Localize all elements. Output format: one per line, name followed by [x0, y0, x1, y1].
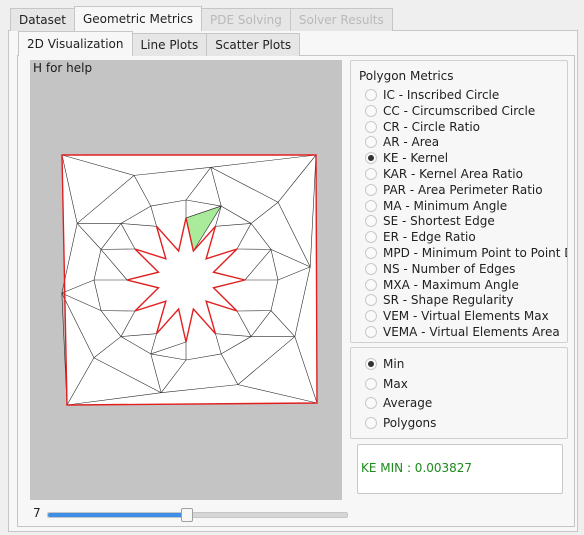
tab-line-plots[interactable]: Line Plots	[131, 33, 208, 56]
metric-option-label: MXA - Maximum Angle	[383, 277, 519, 292]
metric-option-label: IC - Inscribed Circle	[383, 88, 500, 102]
metric-option-label: NS - Number of Edges	[383, 261, 516, 276]
stat-option[interactable]: Min	[365, 356, 404, 372]
radio-button[interactable]	[365, 215, 377, 228]
mesh-canvas[interactable]: H for help	[30, 60, 342, 500]
metric-option-label: SR - Shape Regularity	[383, 293, 514, 308]
metric-option-label: PAR - Area Perimeter Ratio	[383, 182, 543, 197]
radio-button[interactable]	[365, 278, 377, 291]
metric-option[interactable]: CC - Circumscribed Circle	[365, 103, 535, 119]
metric-option[interactable]: CR - Circle Ratio	[365, 119, 480, 135]
radio-button[interactable]	[365, 294, 377, 307]
metric-option-label: MPD - Minimum Point to Point Distar	[383, 246, 567, 260]
metric-option[interactable]: KE - Kernel	[365, 150, 448, 166]
radio-button[interactable]	[365, 247, 377, 259]
radio-button[interactable]	[365, 310, 377, 323]
metric-option[interactable]: VEMA - Virtual Elements Area	[365, 324, 560, 340]
stat-option-label: Min	[383, 357, 405, 371]
radio-button[interactable]	[365, 262, 377, 275]
metric-option-label: ER - Edge Ratio	[383, 230, 476, 245]
metric-option[interactable]: MA - Minimum Angle	[365, 198, 507, 214]
polygon-metrics-title: Polygon Metrics	[359, 69, 454, 83]
radio-button[interactable]	[365, 358, 377, 370]
metric-option-label: CR - Circle Ratio	[383, 119, 480, 134]
radio-button[interactable]	[365, 377, 377, 390]
metric-option-label: KAR - Kernel Area Ratio	[383, 167, 523, 181]
slider-handle[interactable]	[180, 508, 193, 522]
radio-button[interactable]	[365, 136, 377, 149]
tab-solver-results: Solver Results	[289, 8, 393, 31]
metric-option-label: MA - Minimum Angle	[383, 198, 508, 213]
metric-option-label: AR - Area	[383, 135, 440, 150]
stat-option-label: Polygons	[383, 415, 437, 430]
metric-option[interactable]: SE - Shortest Edge	[365, 213, 495, 229]
metric-option[interactable]: MPD - Minimum Point to Point Distar	[365, 245, 567, 261]
radio-button[interactable]	[365, 152, 377, 165]
slider-value: 7	[33, 506, 41, 520]
metric-option[interactable]: ER - Edge Ratio	[365, 229, 476, 245]
metric-option[interactable]: NS - Number of Edges	[365, 261, 515, 277]
metric-option[interactable]: VEM - Virtual Elements Max	[365, 308, 549, 324]
radio-button[interactable]	[365, 326, 377, 338]
tab-pde-solving: PDE Solving	[201, 8, 291, 31]
metric-option-label: CC - Circumscribed Circle	[383, 103, 536, 118]
metric-option-label: KE - Kernel	[383, 151, 449, 166]
tab-2d-visualization[interactable]: 2D Visualization	[18, 31, 133, 56]
mesh-index-slider[interactable]	[47, 508, 348, 522]
stat-option-label: Average	[383, 396, 433, 410]
stat-option[interactable]: Polygons	[365, 415, 436, 431]
stat-option[interactable]: Max	[365, 376, 408, 392]
radio-button[interactable]	[365, 416, 377, 429]
sub-tab-bar: 2D Visualization Line Plots Scatter Plot…	[18, 31, 301, 56]
tab-scatter-plots[interactable]: Scatter Plots	[206, 33, 301, 56]
radio-button[interactable]	[365, 89, 377, 101]
metric-option[interactable]: IC - Inscribed Circle	[365, 87, 499, 103]
metric-option-label: VEM - Virtual Elements Max	[383, 309, 549, 324]
result-text: KE MIN : 0.003827	[361, 461, 473, 475]
radio-button[interactable]	[365, 104, 377, 117]
metric-option-label: VEMA - Virtual Elements Area	[383, 325, 560, 339]
radio-button[interactable]	[365, 397, 377, 409]
radio-button[interactable]	[365, 199, 377, 212]
statistic-group: Min Max Average Polygons	[350, 347, 568, 439]
radio-button[interactable]	[365, 183, 377, 196]
metric-option[interactable]: SR - Shape Regularity	[365, 292, 513, 308]
metric-option[interactable]: AR - Area	[365, 134, 439, 150]
mesh-drawing	[61, 154, 318, 406]
polygon-metrics-group: Polygon Metrics IC - Inscribed Circle CC …	[350, 60, 568, 343]
radio-button[interactable]	[365, 168, 377, 180]
stat-option-label: Max	[383, 376, 408, 391]
metric-option-label: SE - Shortest Edge	[383, 214, 495, 229]
metric-option[interactable]: PAR - Area Perimeter Ratio	[365, 182, 543, 198]
radio-button[interactable]	[365, 120, 377, 133]
tab-geometric-metrics[interactable]: Geometric Metrics	[74, 6, 203, 31]
radio-button[interactable]	[365, 231, 377, 244]
metric-option[interactable]: KAR - Kernel Area Ratio	[365, 166, 523, 182]
result-display: KE MIN : 0.003827	[357, 444, 563, 494]
top-tab-bar: Dataset Geometric Metrics PDE Solving So…	[10, 6, 393, 31]
slider-fill	[48, 513, 186, 517]
metric-option[interactable]: MXA - Maximum Angle	[365, 277, 519, 293]
stat-option[interactable]: Average	[365, 395, 432, 411]
tab-dataset[interactable]: Dataset	[10, 8, 75, 31]
